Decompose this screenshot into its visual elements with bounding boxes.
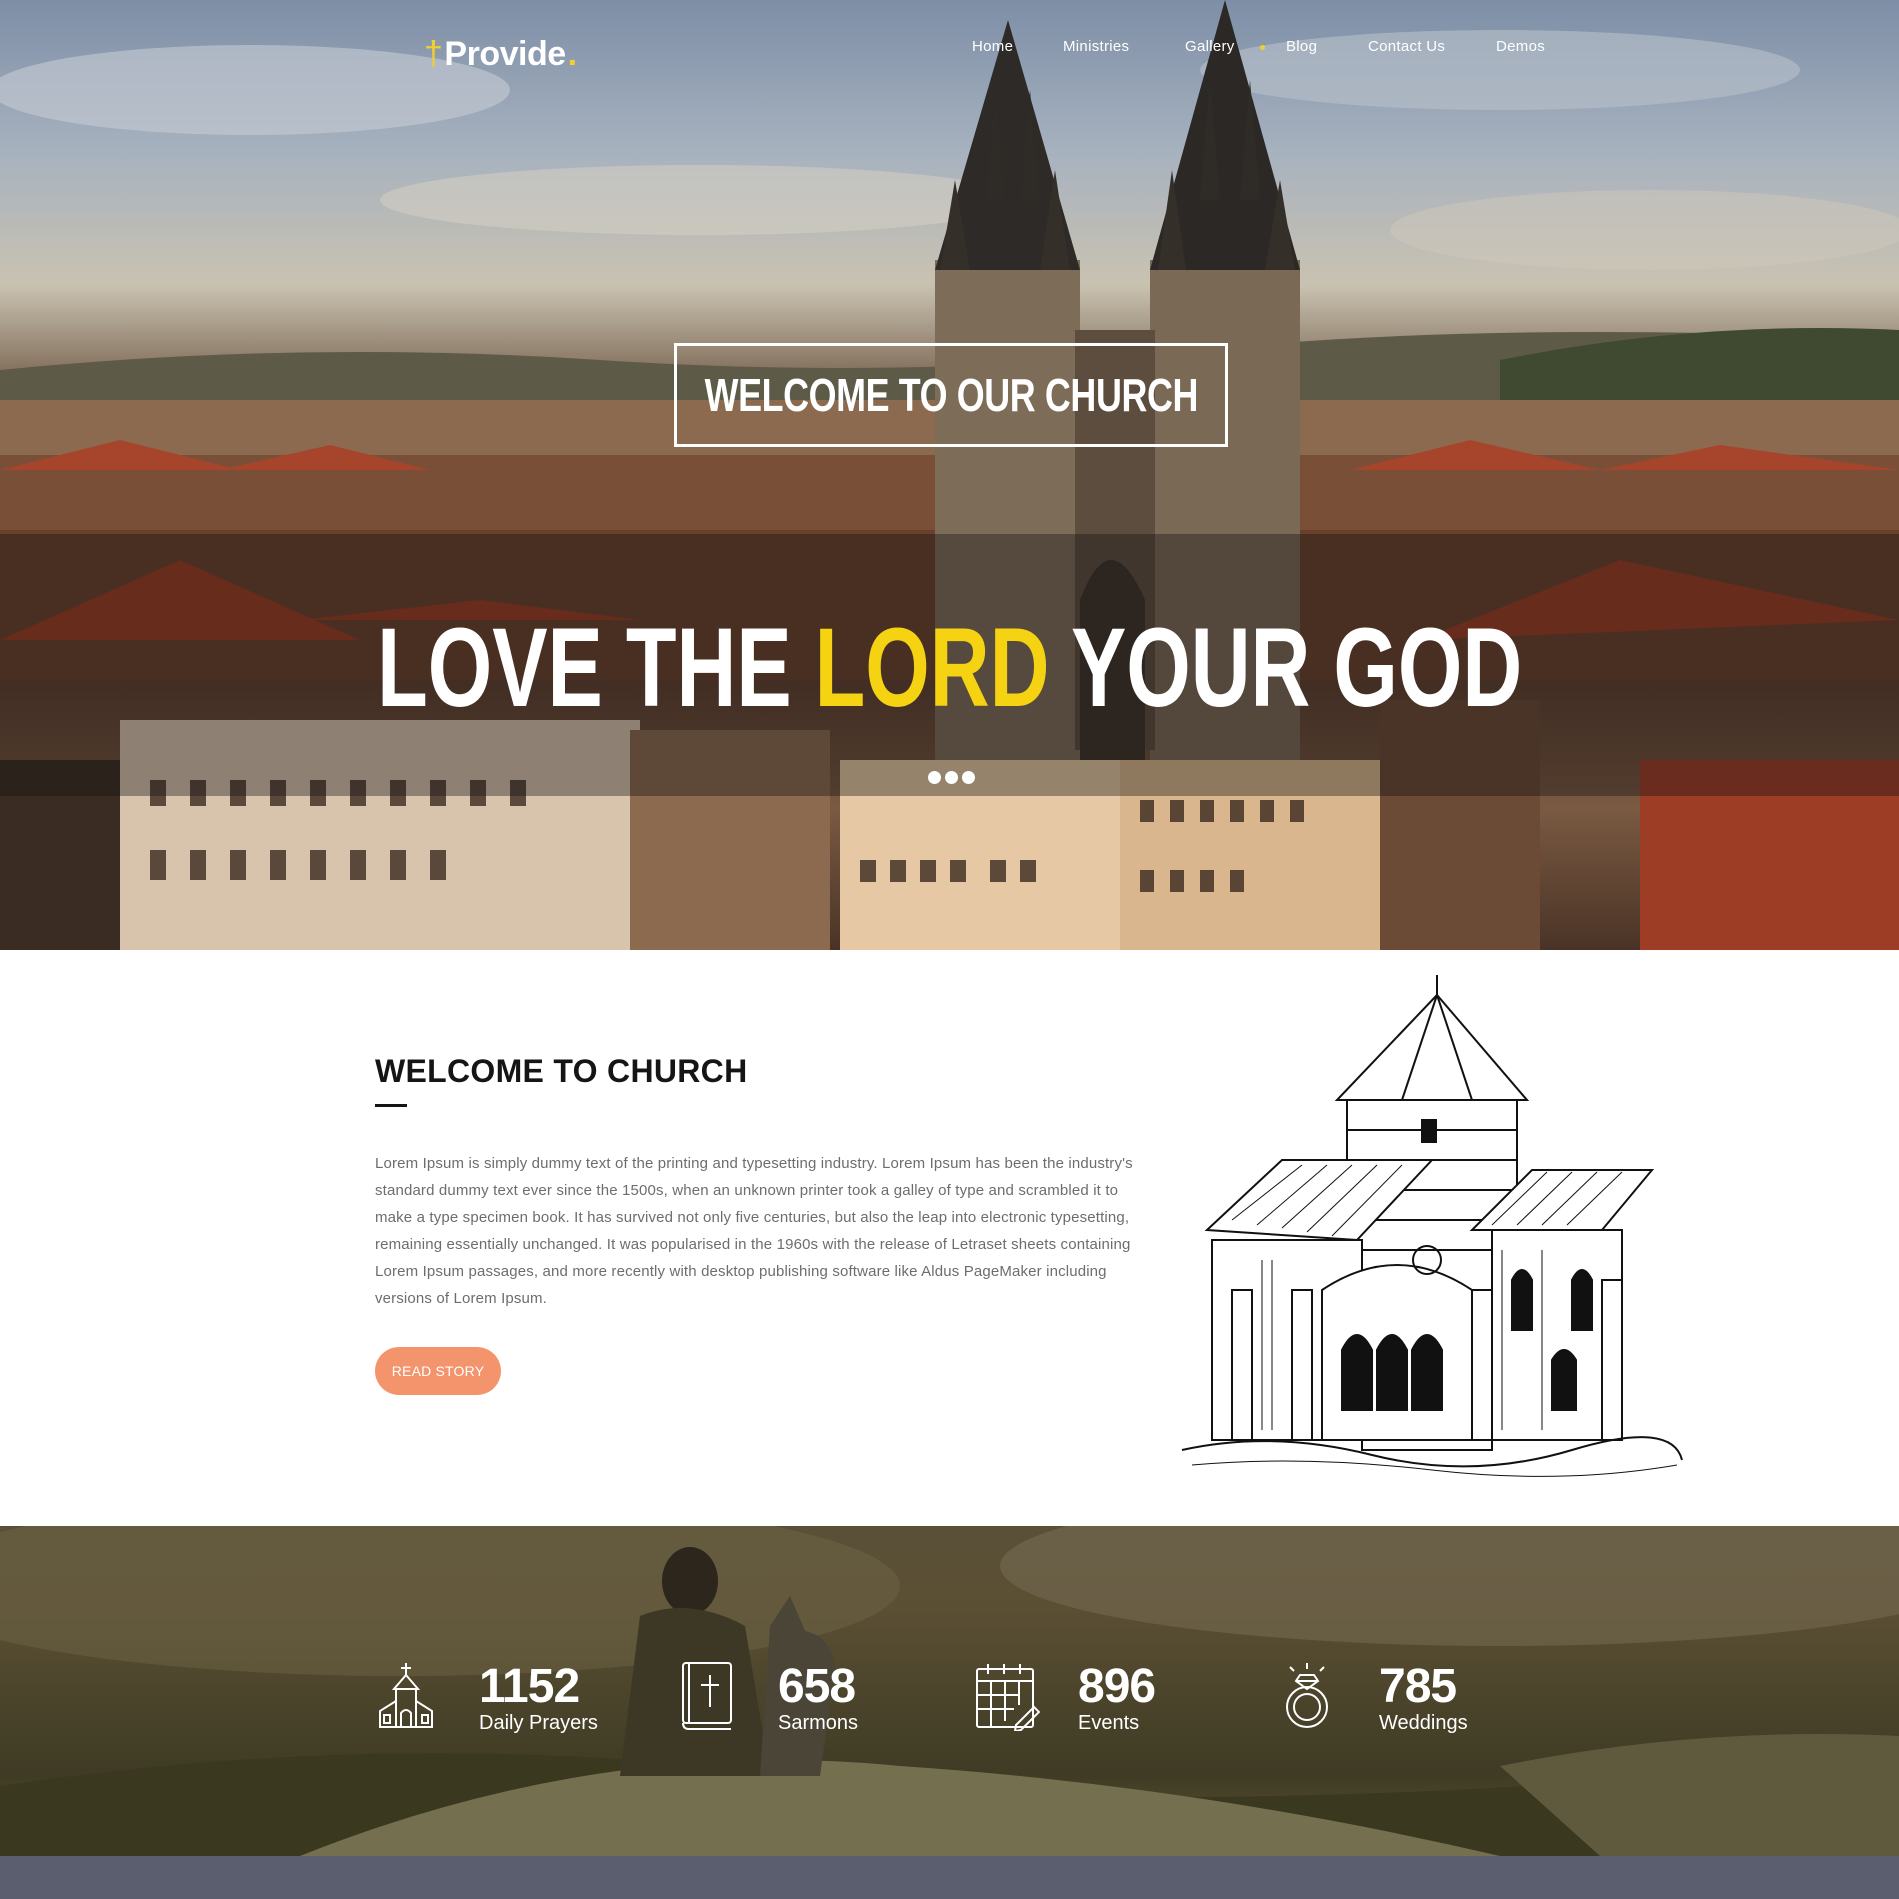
hero-headline: LOVE THE LORD YOUR GOD <box>0 608 1899 728</box>
about-section: WELCOME TO CHURCH Lorem Ipsum is simply … <box>0 950 1899 1526</box>
nav-active-indicator <box>1260 45 1265 50</box>
stat-label: Events <box>1078 1712 1140 1734</box>
footer-strip <box>0 1856 1899 1899</box>
logo-text: Provide <box>444 34 566 73</box>
stat-label: Weddings <box>1379 1712 1468 1734</box>
ring-icon <box>1286 1663 1328 1728</box>
slider-dot-1[interactable] <box>928 771 941 784</box>
title-underline <box>375 1104 407 1107</box>
stat-label: Daily Prayers <box>479 1712 598 1734</box>
church-icon <box>379 1663 433 1728</box>
stat-label: Sarmons <box>778 1712 859 1734</box>
headline-accent: LORD <box>814 605 1050 730</box>
bible-icon <box>682 1662 732 1730</box>
stats-background-image <box>0 1526 1899 1856</box>
stat-number: 658 <box>778 1660 856 1713</box>
about-body: Lorem Ipsum is simply dummy text of the … <box>375 1155 1133 1307</box>
hero-slider: † Provide . Home Ministries Gallery Blog… <box>0 0 1899 950</box>
church-sketch-illustration <box>1181 975 1683 1477</box>
welcome-banner-text: WELCOME TO OUR CHURCH <box>704 369 1198 421</box>
slider-pagination <box>928 771 975 784</box>
nav-contact-us[interactable]: Contact Us <box>1368 38 1445 55</box>
logo-dot: . <box>567 34 577 73</box>
calendar-icon <box>976 1664 1040 1731</box>
slider-dot-2[interactable] <box>945 771 958 784</box>
site-logo[interactable]: † Provide . <box>424 34 577 74</box>
stats-section: 1152 Daily Prayers 658 Sarmons 896 Event… <box>0 1526 1899 1856</box>
stat-number: 785 <box>1379 1660 1457 1713</box>
nav-blog[interactable]: Blog <box>1286 38 1317 55</box>
about-title: WELCOME TO CHURCH <box>375 1053 748 1089</box>
stat-number: 1152 <box>479 1660 580 1713</box>
hero-background-image <box>0 0 1899 950</box>
welcome-banner: WELCOME TO OUR CHURCH <box>674 343 1228 447</box>
nav-home[interactable]: Home <box>972 38 1013 55</box>
stat-number: 896 <box>1078 1660 1156 1713</box>
slider-dot-3[interactable] <box>962 771 975 784</box>
headline-part-1: LOVE THE <box>376 605 815 730</box>
cross-icon: † <box>424 34 443 73</box>
headline-part-2: YOUR GOD <box>1049 605 1523 730</box>
nav-demos[interactable]: Demos <box>1496 38 1545 55</box>
nav-gallery[interactable]: Gallery <box>1185 38 1235 55</box>
nav-ministries[interactable]: Ministries <box>1063 38 1129 55</box>
read-story-button[interactable]: READ STORY <box>375 1347 501 1395</box>
